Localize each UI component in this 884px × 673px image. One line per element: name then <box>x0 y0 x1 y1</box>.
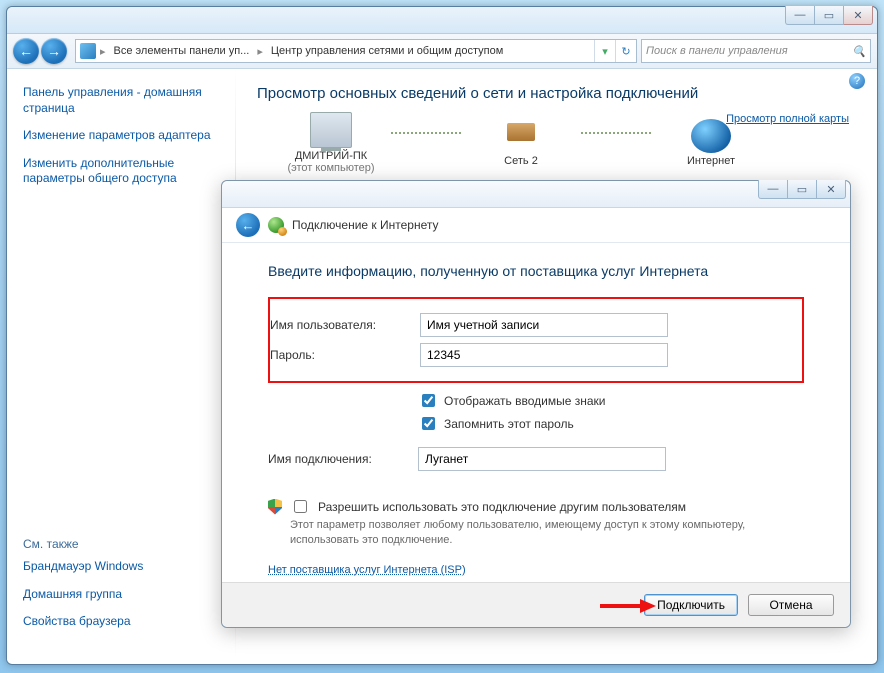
dialog-minimize-button[interactable]: — <box>758 180 788 199</box>
allow-others-row: Разрешить использовать это подключение д… <box>268 497 804 548</box>
node-pc-sublabel: (этот компьютер) <box>271 162 391 174</box>
node-network-label: Сеть 2 <box>461 155 581 167</box>
sidebar-link-adapter[interactable]: Изменение параметров адаптера <box>23 128 223 144</box>
search-placeholder: Поиск в панели управления <box>646 45 788 57</box>
globe-icon <box>691 119 731 153</box>
node-internet: Интернет <box>651 119 771 167</box>
breadcrumb-2[interactable]: Центр управления сетями и общим доступом <box>265 45 509 57</box>
search-input[interactable]: Поиск в панели управления 🔍 <box>641 39 871 63</box>
password-input[interactable] <box>420 343 668 367</box>
password-label: Пароль: <box>270 348 420 362</box>
remember-password-text: Запомнить этот пароль <box>444 417 574 431</box>
remember-password-checkbox[interactable] <box>422 417 435 430</box>
address-bar[interactable]: ▸ Все элементы панели уп... ▸ Центр упра… <box>75 39 637 63</box>
address-bar-row: ← → ▸ Все элементы панели уп... ▸ Центр … <box>7 34 877 69</box>
control-panel-icon <box>80 43 96 59</box>
username-input[interactable] <box>420 313 668 337</box>
node-this-pc: ДМИТРИЙ-ПК (этот компьютер) <box>271 112 391 174</box>
allow-others-checkbox[interactable] <box>294 500 307 513</box>
computer-icon <box>310 112 352 148</box>
show-chars-checkbox-label[interactable]: Отображать вводимые знаки <box>418 391 804 410</box>
wizard-back-button[interactable]: ← <box>236 213 260 237</box>
sidebar: Панель управления - домашняя страница Из… <box>7 69 235 660</box>
dialog-maximize-button[interactable]: ▭ <box>788 180 817 199</box>
dialog-titlebar: — ▭ ✕ <box>222 181 850 208</box>
no-isp-link[interactable]: Нет поставщика услуг Интернета (ISP) <box>268 564 466 576</box>
dialog-close-button[interactable]: ✕ <box>817 180 846 199</box>
sidebar-link-home[interactable]: Панель управления - домашняя страница <box>23 85 223 116</box>
uac-shield-icon <box>268 499 282 515</box>
allow-others-label: Разрешить использовать это подключение д… <box>318 500 686 514</box>
breadcrumb-sep-icon: ▸ <box>98 45 108 58</box>
connection-line-icon <box>391 132 461 134</box>
allow-others-hint: Этот параметр позволяет любому пользоват… <box>290 518 804 548</box>
maximize-button[interactable]: ▭ <box>815 6 844 25</box>
sidebar-link-sharing[interactable]: Изменить дополнительные параметры общего… <box>23 156 223 187</box>
highlighted-credentials-box: Имя пользователя: Пароль: <box>268 297 804 383</box>
breadcrumb-1[interactable]: Все элементы панели уп... <box>108 45 256 57</box>
show-chars-text: Отображать вводимые знаки <box>444 394 605 408</box>
cancel-button[interactable]: Отмена <box>748 594 834 616</box>
dialog-title: Подключение к Интернету <box>292 218 439 232</box>
node-internet-label: Интернет <box>651 155 771 167</box>
connection-name-input[interactable] <box>418 447 666 471</box>
sidebar-link-firewall[interactable]: Брандмауэр Windows <box>23 559 143 575</box>
show-chars-checkbox[interactable] <box>422 394 435 407</box>
help-icon[interactable]: ? <box>849 73 865 89</box>
connect-button[interactable]: Подключить <box>644 594 738 616</box>
network-icon <box>501 119 541 153</box>
window-titlebar: — ▭ ✕ <box>7 7 877 34</box>
breadcrumb-sep-icon: ▸ <box>255 45 265 58</box>
remember-password-checkbox-label[interactable]: Запомнить этот пароль <box>418 414 804 433</box>
wizard-icon <box>268 217 284 233</box>
nav-forward-button[interactable]: → <box>41 38 67 64</box>
close-button[interactable]: ✕ <box>844 6 873 25</box>
username-label: Имя пользователя: <box>270 318 420 332</box>
dialog-header: ← Подключение к Интернету <box>222 208 850 243</box>
node-pc-label: ДМИТРИЙ-ПК <box>271 150 391 162</box>
dialog-footer: Подключить Отмена <box>222 582 850 627</box>
minimize-button[interactable]: — <box>785 6 815 25</box>
node-network: Сеть 2 <box>461 119 581 167</box>
connect-wizard-dialog: — ▭ ✕ ← Подключение к Интернету Введите … <box>221 180 851 628</box>
sidebar-link-homegroup[interactable]: Домашняя группа <box>23 587 143 603</box>
sidebar-link-browser-props[interactable]: Свойства браузера <box>23 614 143 630</box>
dialog-heading: Введите информацию, полученную от постав… <box>268 263 804 279</box>
dialog-body: Введите информацию, полученную от постав… <box>222 243 850 576</box>
sidebar-see-also-heading: См. также <box>23 537 143 551</box>
connection-name-label: Имя подключения: <box>268 452 418 466</box>
full-map-link[interactable]: Просмотр полной карты <box>726 113 849 125</box>
refresh-button[interactable]: ↻ <box>615 40 636 62</box>
nav-back-button[interactable]: ← <box>13 38 39 64</box>
search-icon: 🔍 <box>852 45 866 58</box>
address-dropdown-button[interactable]: ▾ <box>594 40 615 62</box>
connection-line-icon <box>581 132 651 134</box>
page-title: Просмотр основных сведений о сети и наст… <box>257 85 855 102</box>
